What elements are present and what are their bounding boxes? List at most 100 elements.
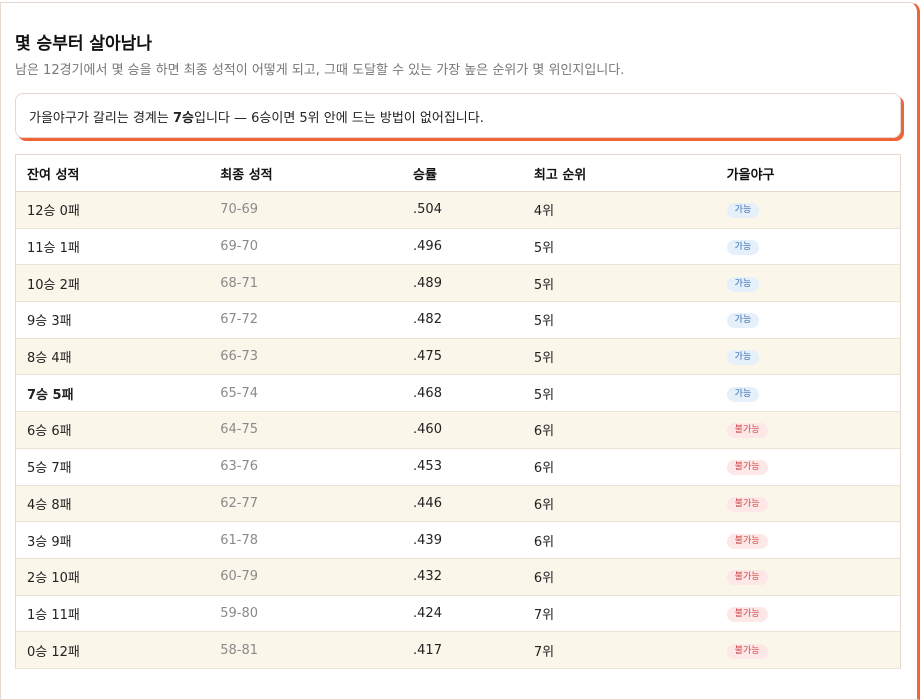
- status-badge: 불가능: [726, 496, 768, 512]
- win-pct-cell: .475: [402, 338, 523, 376]
- win-pct-cell: .504: [402, 191, 523, 229]
- record-cell: 3승 9패: [15, 521, 210, 559]
- best-rank-cell: 6위: [522, 485, 716, 523]
- record-cell: 10승 2패: [15, 264, 210, 303]
- postseason-cell: 가능: [715, 228, 901, 266]
- status-badge: 가능: [726, 276, 760, 292]
- final-record-cell: 61-78: [209, 521, 403, 559]
- postseason-cell: 불가능: [715, 521, 901, 559]
- win-pct-cell: .453: [402, 448, 523, 486]
- page-subtitle: 남은 12경기에서 몇 승을 하면 최종 성적이 어떻게 되고, 그때 도달할 …: [15, 63, 625, 78]
- results-table: 잔여 성적 최종 성적 승률 최고 순위 가을야구 12승 0패 70-69.50…: [15, 154, 901, 669]
- content-card: 몇 승부터 살아남나 남은 12경기에서 몇 승을 하면 최종 성적이 어떻게 …: [0, 2, 920, 700]
- win-pct-cell: .460: [402, 411, 523, 449]
- final-record-cell: 65-74: [209, 374, 403, 413]
- record-cell: 4승 8패: [15, 485, 210, 523]
- best-rank-cell: 4위: [522, 191, 716, 229]
- final-record-cell: 70-69: [209, 191, 403, 229]
- table-row: 1승 11패 59-80.424 7위 불가능: [15, 595, 901, 633]
- postseason-cell: 가능: [715, 264, 901, 303]
- best-rank-cell: 6위: [522, 411, 716, 449]
- record-cell: 12승 0패: [15, 191, 210, 229]
- best-rank-cell: 6위: [522, 558, 716, 596]
- record-cell: 11승 1패: [15, 228, 210, 266]
- callout-box: 가을야구가 갈리는 경계는 7승입니다 — 6승이면 5위 안에 드는 방법이 …: [15, 93, 901, 138]
- postseason-cell: 가능: [715, 374, 901, 413]
- table-row: 8승 4패 66-73.475 5위 가능: [15, 338, 901, 376]
- column-header-final: 최종 성적: [209, 154, 403, 192]
- status-badge: 가능: [726, 313, 760, 329]
- final-record-cell: 68-71: [209, 264, 403, 303]
- table-header-row: 잔여 성적 최종 성적 승률 최고 순위 가을야구: [15, 154, 901, 192]
- win-pct-cell: .439: [402, 521, 523, 559]
- final-record-cell: 63-76: [209, 448, 403, 486]
- final-record-cell: 67-72: [209, 301, 403, 339]
- table-row: 12승 0패 70-69.504 4위 가능: [15, 191, 901, 229]
- win-pct-cell: .489: [402, 264, 523, 303]
- callout-emphasis: 7승: [172, 111, 194, 126]
- status-badge: 가능: [726, 350, 760, 366]
- win-pct-cell: .424: [402, 595, 523, 633]
- column-header-postseason: 가을야구: [715, 154, 901, 192]
- win-pct-cell: .496: [402, 228, 523, 266]
- final-record-cell: 59-80: [209, 595, 403, 633]
- page-title: 몇 승부터 살아남나: [15, 34, 152, 54]
- record-cell: 0승 12패: [15, 631, 210, 669]
- win-pct-cell: .468: [402, 374, 523, 413]
- postseason-cell: 가능: [715, 338, 901, 376]
- table-row: 4승 8패 62-77.446 6위 불가능: [15, 485, 901, 523]
- record-cell: 6승 6패: [15, 411, 210, 449]
- callout-suffix: 입니다 — 6승이면 5위 안에 드는 방법이 없어집니다.: [193, 111, 484, 126]
- best-rank-cell: 5위: [522, 301, 716, 339]
- best-rank-cell: 6위: [522, 448, 716, 486]
- win-pct-cell: .432: [402, 558, 523, 596]
- callout-prefix: 가을야구가 갈리는 경계는: [29, 111, 173, 126]
- status-badge: 불가능: [726, 533, 768, 549]
- table-row: 0승 12패 58-81.417 7위 불가능: [15, 631, 901, 669]
- best-rank-cell: 6위: [522, 521, 716, 559]
- final-record-cell: 58-81: [209, 631, 403, 669]
- final-record-cell: 66-73: [209, 338, 403, 376]
- final-record-cell: 60-79: [209, 558, 403, 596]
- column-header-rank: 최고 순위: [522, 154, 716, 192]
- best-rank-cell: 5위: [522, 228, 716, 266]
- status-badge: 불가능: [726, 643, 768, 659]
- column-header-pct: 승률: [402, 154, 523, 192]
- final-record-cell: 62-77: [209, 485, 403, 523]
- record-cell: 9승 3패: [15, 301, 210, 339]
- best-rank-cell: 5위: [522, 264, 716, 303]
- status-badge: 불가능: [726, 423, 768, 439]
- record-cell: 7승 5패: [15, 374, 210, 413]
- best-rank-cell: 7위: [522, 631, 716, 669]
- status-badge: 가능: [726, 240, 760, 256]
- table-row: 3승 9패 61-78.439 6위 불가능: [15, 521, 901, 559]
- final-record-cell: 69-70: [209, 228, 403, 266]
- postseason-cell: 불가능: [715, 411, 901, 449]
- status-badge: 가능: [726, 203, 760, 219]
- status-badge: 가능: [726, 386, 760, 402]
- table-row: 10승 2패 68-71.489 5위 가능: [15, 264, 901, 303]
- table-row: 9승 3패 67-72.482 5위 가능: [15, 301, 901, 339]
- win-pct-cell: .482: [402, 301, 523, 339]
- postseason-cell: 불가능: [715, 485, 901, 523]
- column-header-record: 잔여 성적: [15, 154, 210, 192]
- final-record-cell: 64-75: [209, 411, 403, 449]
- best-rank-cell: 5위: [522, 338, 716, 376]
- record-cell: 5승 7패: [15, 448, 210, 486]
- table-row: 7승 5패 65-74.468 5위 가능: [15, 374, 901, 413]
- win-pct-cell: .417: [402, 631, 523, 669]
- record-cell: 8승 4패: [15, 338, 210, 376]
- status-badge: 불가능: [726, 570, 768, 586]
- table-row: 5승 7패 63-76.453 6위 불가능: [15, 448, 901, 486]
- table-row: 11승 1패 69-70.496 5위 가능: [15, 228, 901, 266]
- postseason-cell: 불가능: [715, 595, 901, 633]
- table-row: 6승 6패 64-75.460 6위 불가능: [15, 411, 901, 449]
- record-cell: 2승 10패: [15, 558, 210, 596]
- postseason-cell: 가능: [715, 301, 901, 339]
- table-row: 2승 10패 60-79.432 6위 불가능: [15, 558, 901, 596]
- postseason-cell: 불가능: [715, 558, 901, 596]
- postseason-cell: 가능: [715, 191, 901, 229]
- best-rank-cell: 7위: [522, 595, 716, 633]
- win-pct-cell: .446: [402, 485, 523, 523]
- status-badge: 불가능: [726, 606, 768, 622]
